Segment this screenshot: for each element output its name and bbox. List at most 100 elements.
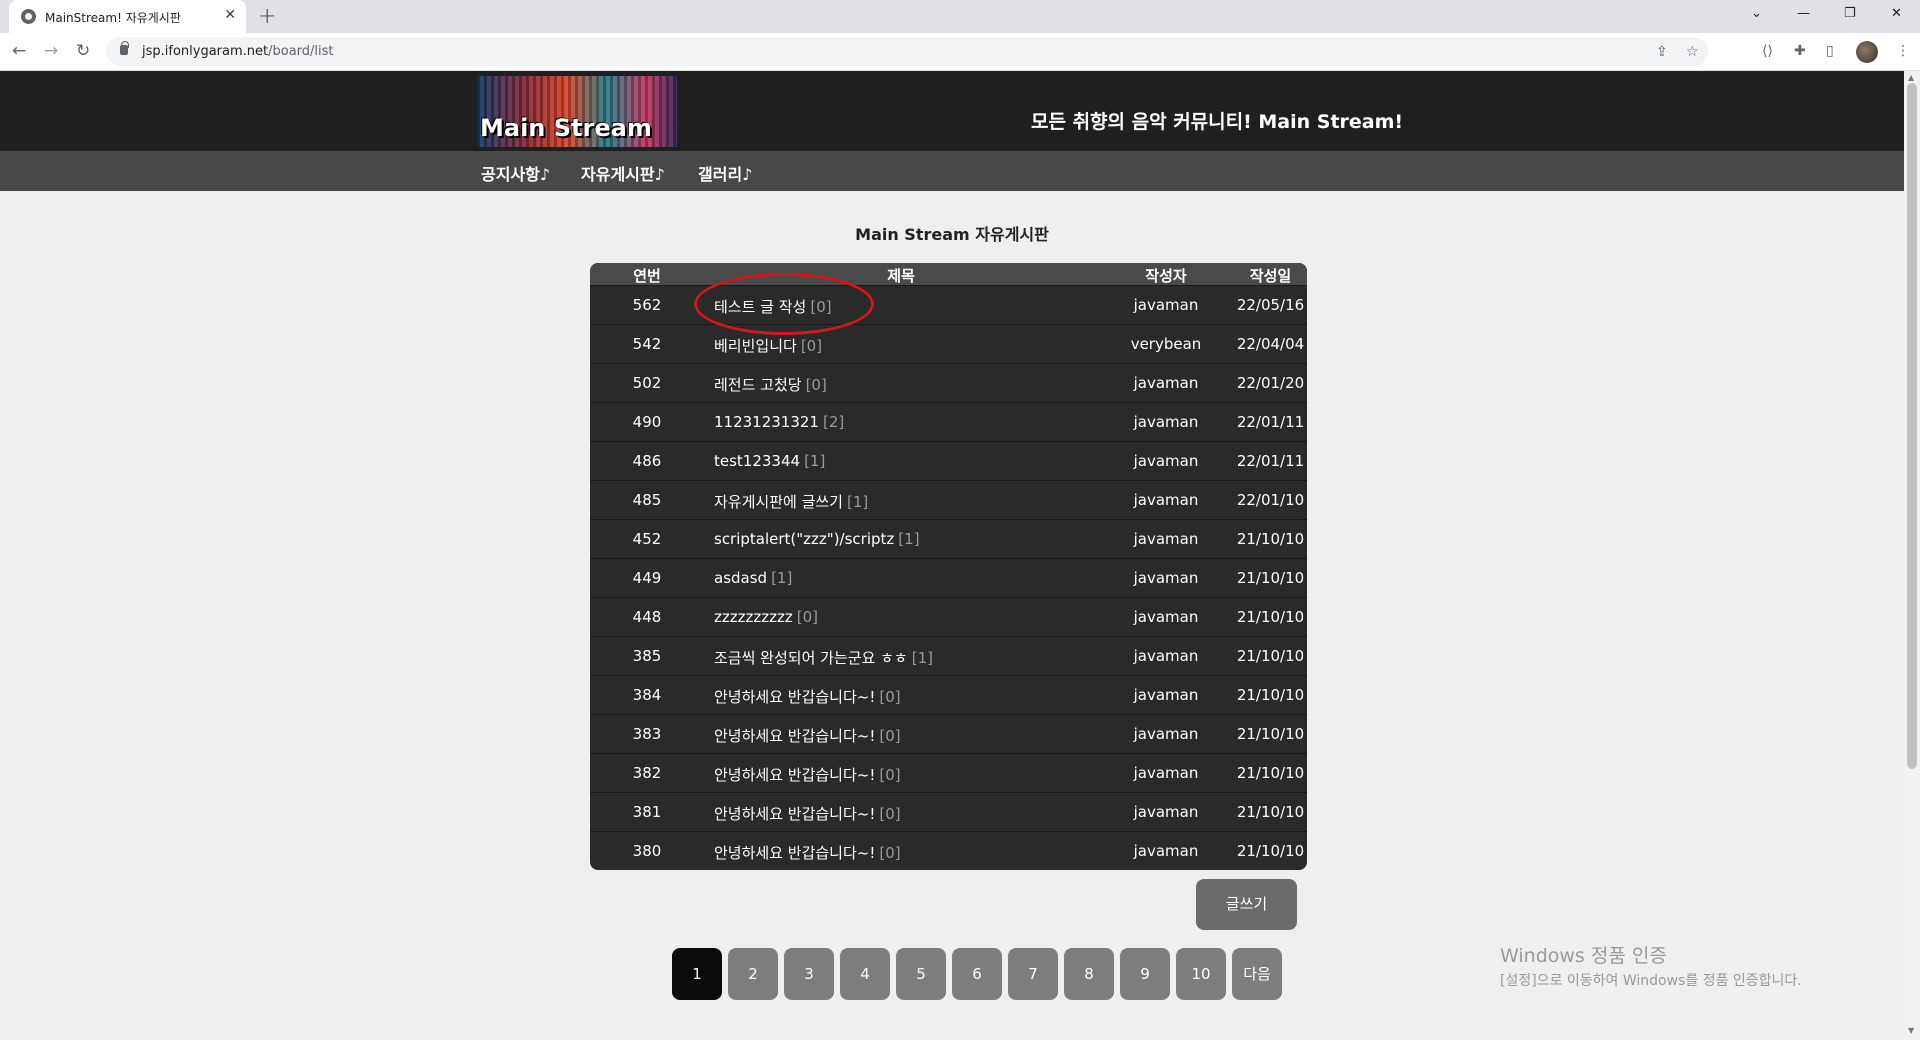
profile-avatar[interactable] [1856,41,1878,63]
table-row[interactable]: 449 asdasd [1] javaman 21/10/10 [590,558,1307,597]
page-button-6[interactable]: 6 [952,948,1002,1000]
post-title[interactable]: 조금씩 완성되어 가는군요 ㅎㅎ [714,649,908,667]
post-author: javaman [1133,296,1199,314]
new-tab-icon[interactable]: + [258,4,276,29]
forward-icon[interactable]: → [44,41,58,61]
post-title-link[interactable]: zzzzzzzzzz [0] [714,608,818,626]
post-title-link[interactable]: 안녕하세요 반갑습니다~! [0] [714,842,901,863]
post-date: 21/10/10 [1236,842,1305,860]
scroll-thumb[interactable] [1907,83,1917,769]
next-page-button[interactable]: 다음 [1232,948,1282,1000]
post-title[interactable]: 자유게시판에 글쓰기 [714,493,843,511]
table-row[interactable]: 452 scriptalert("zzz")/scriptz [1] javaman 2… [590,519,1307,558]
page-scrollbar[interactable]: ▲ ▼ [1904,71,1920,1040]
window-close-icon[interactable]: ✕ [1891,6,1902,21]
reply-count: [2] [822,413,845,431]
post-title-link[interactable]: 레전드 고첬당 [0] [714,374,827,395]
tab-strip: MainStream! 자유게시판 ✕ + ⌄ — ❐ ✕ [0,0,1920,33]
extension-icon[interactable]: ⟨⟩ [1762,43,1773,59]
post-title[interactable]: 안녕하세요 반갑습니다~! [714,766,875,784]
post-title-link[interactable]: 자유게시판에 글쓰기 [1] [714,491,868,512]
post-title[interactable]: 안녕하세요 반갑습니다~! [714,688,875,706]
table-row[interactable]: 381 안녕하세요 반갑습니다~! [0] javaman 21/10/10 [590,792,1307,831]
post-author: javaman [1133,530,1199,548]
restore-icon[interactable]: ❐ [1844,6,1856,21]
post-number: 502 [632,374,662,392]
menu-notice[interactable]: 공지사항♪ [481,161,550,185]
post-author: javaman [1133,686,1199,704]
page-button-9[interactable]: 9 [1120,948,1170,1000]
page-button-1[interactable]: 1 [672,948,722,1000]
table-row[interactable]: 542 베리빈입니다 [0] verybean 22/04/04 [590,324,1307,363]
highlight-circle-annotation [694,273,874,335]
table-row[interactable]: 486 test123344 [1] javaman 22/01/11 [590,441,1307,480]
table-row[interactable]: 383 안녕하세요 반갑습니다~! [0] javaman 21/10/10 [590,714,1307,753]
write-post-button[interactable]: 글쓰기 [1196,879,1297,930]
table-row[interactable]: 382 안녕하세요 반갑습니다~! [0] javaman 21/10/10 [590,753,1307,792]
site-logo[interactable]: Main Stream [477,76,677,147]
post-number: 449 [632,569,662,587]
post-title[interactable]: zzzzzzzzzz [714,608,793,626]
post-title-link[interactable]: 안녕하세요 반갑습니다~! [0] [714,764,901,785]
page-button-4[interactable]: 4 [840,948,890,1000]
page-button-2[interactable]: 2 [728,948,778,1000]
table-row[interactable]: 448 zzzzzzzzzz [0] javaman 21/10/10 [590,597,1307,636]
site-header: Main Stream 모든 취향의 음악 커뮤니티! Main Stream! [0,71,1904,151]
post-title[interactable]: 레전드 고첬당 [714,376,802,394]
post-title-link[interactable]: 안녕하세요 반갑습니다~! [0] [714,803,901,824]
table-row[interactable]: 385 조금씩 완성되어 가는군요 ㅎㅎ [1] javaman 21/10/10 [590,636,1307,675]
page-button-7[interactable]: 7 [1008,948,1058,1000]
post-author: javaman [1133,764,1199,782]
tab-search-icon[interactable]: ⌄ [1751,6,1762,21]
minimize-icon[interactable]: — [1797,6,1810,21]
post-number: 384 [632,686,662,704]
post-title[interactable]: asdasd [714,569,767,587]
menu-gallery[interactable]: 갤러리♪ [698,161,752,185]
page-button-8[interactable]: 8 [1064,948,1114,1000]
post-title[interactable]: 베리빈입니다 [714,337,797,355]
post-title-link[interactable]: 조금씩 완성되어 가는군요 ㅎㅎ [1] [714,647,933,668]
post-title-link[interactable]: 베리빈입니다 [0] [714,335,822,356]
back-icon[interactable]: ← [12,41,26,61]
page-button-5[interactable]: 5 [896,948,946,1000]
post-title[interactable]: scriptalert("zzz")/scriptz [714,530,894,548]
menu-kebab-icon[interactable]: ⋮ [1896,43,1910,59]
post-title-link[interactable]: 11231231321 [2] [714,413,844,431]
table-row[interactable]: 384 안녕하세요 반갑습니다~! [0] javaman 21/10/10 [590,675,1307,714]
post-title[interactable]: 안녕하세요 반갑습니다~! [714,844,875,862]
post-title[interactable]: 11231231321 [714,413,819,431]
url-text[interactable]: jsp.ifonlygaram.net/board/list [142,44,334,59]
post-title-link[interactable]: test123344 [1] [714,452,825,470]
post-title-link[interactable]: scriptalert("zzz")/scriptz [1] [714,530,920,548]
post-date: 21/10/10 [1236,764,1305,782]
page-button-3[interactable]: 3 [784,948,834,1000]
table-row[interactable]: 485 자유게시판에 글쓰기 [1] javaman 22/01/10 [590,480,1307,519]
table-row[interactable]: 502 레전드 고첬당 [0] javaman 22/01/20 [590,363,1307,402]
post-title-link[interactable]: asdasd [1] [714,569,792,587]
post-title[interactable]: test123344 [714,452,800,470]
scroll-down-icon[interactable]: ▼ [1908,1026,1914,1035]
address-bar[interactable]: jsp.ifonlygaram.net/board/list ☆ ⇪ [106,37,1708,66]
browser-tab[interactable]: MainStream! 자유게시판 ✕ [9,0,246,33]
lock-icon[interactable] [120,41,129,55]
post-title[interactable]: 안녕하세요 반갑습니다~! [714,727,875,745]
puzzle-icon[interactable]: ✚ [1794,43,1806,59]
menu-free-board[interactable]: 자유게시판♪ [581,161,665,185]
post-title-link[interactable]: 안녕하세요 반갑습니다~! [0] [714,686,901,707]
post-title-link[interactable]: 안녕하세요 반갑습니다~! [0] [714,725,901,746]
tab-close-icon[interactable]: ✕ [224,7,236,23]
reload-icon[interactable]: ↻ [76,41,90,61]
post-author: javaman [1133,374,1199,392]
side-panel-icon[interactable]: ▯ [1826,43,1834,59]
table-row[interactable]: 380 안녕하세요 반갑습니다~! [0] javaman 21/10/10 [590,831,1307,870]
post-number: 542 [632,335,662,353]
scroll-up-icon[interactable]: ▲ [1908,73,1914,82]
post-title[interactable]: 안녕하세요 반갑습니다~! [714,805,875,823]
share-icon[interactable]: ⇪ [1656,44,1668,60]
post-number: 452 [632,530,662,548]
main-menu: 공지사항♪ 자유게시판♪ 갤러리♪ [0,151,1904,191]
reply-count: [0] [879,766,901,784]
bookmark-star-icon[interactable]: ☆ [1686,44,1699,60]
table-row[interactable]: 490 11231231321 [2] javaman 22/01/11 [590,402,1307,441]
page-button-10[interactable]: 10 [1176,948,1226,1000]
